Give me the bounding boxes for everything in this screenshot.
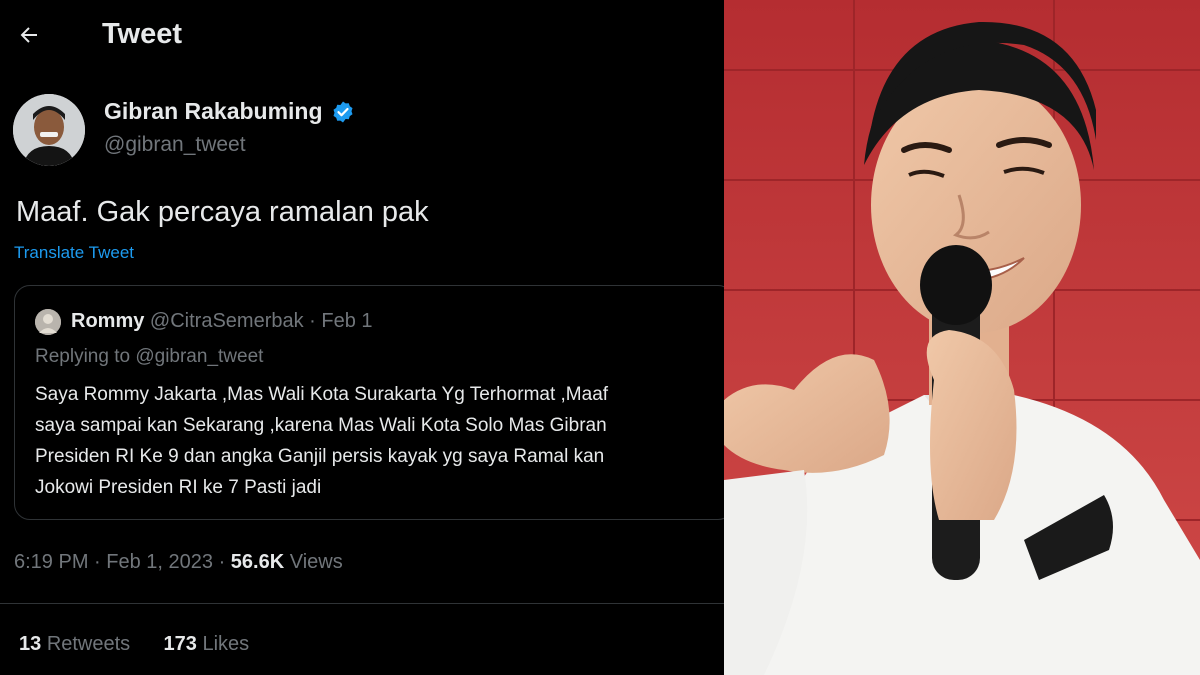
quoted-text-line: saya sampai kan Sekarang ,karena Mas Wal… xyxy=(35,415,607,436)
quoted-avatar xyxy=(35,309,61,335)
quoted-author-handle: @CitraSemerbak xyxy=(149,310,304,332)
back-arrow-icon xyxy=(20,27,37,43)
views-label: Views xyxy=(289,551,343,573)
views-count: 56.6K xyxy=(230,551,285,573)
avatar[interactable] xyxy=(13,94,85,166)
quoted-separator: · xyxy=(303,310,322,332)
quoted-header: Rommy @CitraSemerbak · Feb 1 xyxy=(71,310,373,333)
tweet-date[interactable]: Feb 1, 2023 xyxy=(106,551,213,573)
tweet-panel: Tweet Gibran Rakabuming @gibran_tweet Ma… xyxy=(0,0,724,675)
back-button[interactable] xyxy=(6,12,52,58)
likes-link[interactable]: 173 Likes xyxy=(164,633,250,655)
engagement-stats: 13 Retweets 173 Likes xyxy=(19,633,249,656)
author-name[interactable]: Gibran Rakabuming xyxy=(104,98,323,125)
translate-tweet-link[interactable]: Translate Tweet xyxy=(14,243,134,263)
retweets-count: 13 xyxy=(19,633,42,655)
likes-label: Likes xyxy=(202,633,250,655)
quoted-text-line: Presiden RI Ke 9 dan angka Ganjil persis… xyxy=(35,446,605,467)
likes-count: 173 xyxy=(163,633,197,655)
quoted-tweet[interactable]: Rommy @CitraSemerbak · Feb 1 Replying to… xyxy=(14,285,724,520)
quoted-text: Saya Rommy Jakarta ,Mas Wali Kota Suraka… xyxy=(35,379,724,503)
verified-badge-icon xyxy=(333,101,353,123)
quoted-text-line: Saya Rommy Jakarta ,Mas Wali Kota Suraka… xyxy=(35,384,609,405)
tweet-time[interactable]: 6:19 PM xyxy=(14,551,88,573)
quoted-date: Feb 1 xyxy=(321,310,373,332)
retweets-label: Retweets xyxy=(46,633,131,655)
retweets-link[interactable]: 13 Retweets xyxy=(19,633,130,655)
meta-separator: · xyxy=(213,551,231,573)
page-title: Tweet xyxy=(102,18,183,50)
speaker-photo xyxy=(724,0,1200,675)
replying-to: Replying to @gibran_tweet xyxy=(35,346,264,367)
tweet-text: Maaf. Gak percaya ramalan pak xyxy=(16,196,429,228)
quoted-text-line: Jokowi Presiden RI ke 7 Pasti jadi xyxy=(35,477,322,498)
meta-separator: · xyxy=(88,551,107,573)
divider xyxy=(0,603,724,604)
tweet-meta: 6:19 PM · Feb 1, 2023 · 56.6K Views xyxy=(14,551,343,574)
quoted-author-name: Rommy xyxy=(71,310,145,332)
author-handle[interactable]: @gibran_tweet xyxy=(104,133,246,157)
